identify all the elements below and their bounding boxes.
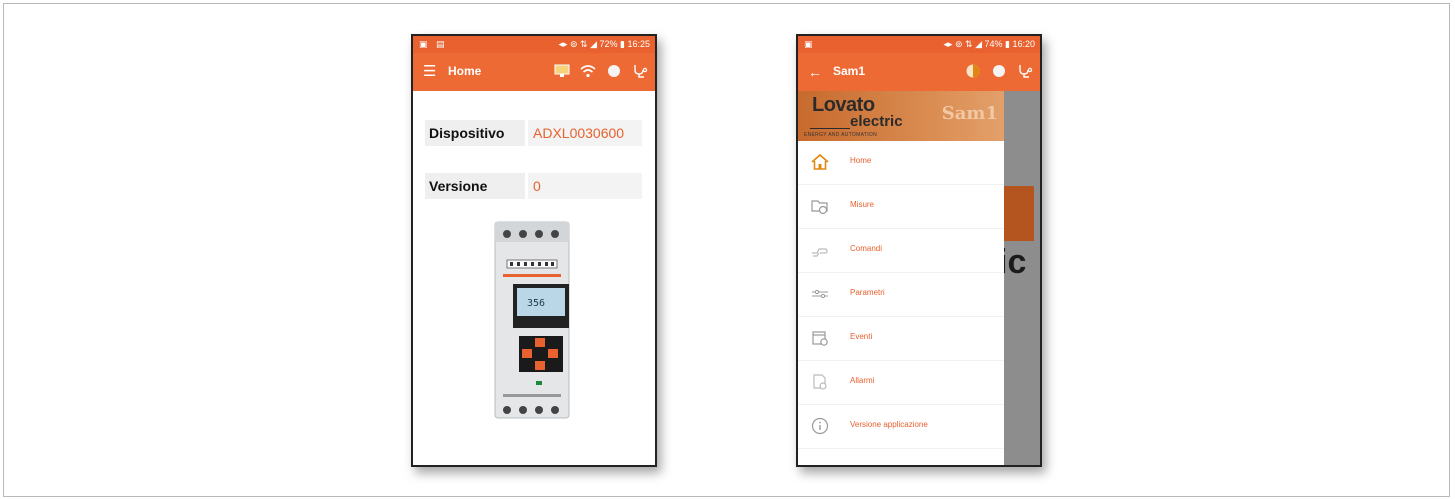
menu-item-label: Eventi (850, 332, 873, 341)
parameters-icon (812, 289, 828, 299)
alarm-icon (813, 374, 827, 390)
menu-item-label: Comandi (850, 244, 883, 253)
menu-item-eventi[interactable]: Eventi (798, 317, 1004, 361)
menu-item-label: Parametri (850, 288, 885, 297)
app-toolbar: ← Sam1 (798, 53, 1040, 91)
menu-item-label: Versione applicazione (850, 420, 928, 429)
brand-subname: electric (850, 113, 903, 130)
status-info: ◂▸ ⊚ ⇅ ◢ 74% ▮ 16:20 (943, 39, 1035, 49)
toolbar-title: Sam1 (833, 64, 866, 78)
status-dot-icon[interactable] (605, 62, 623, 80)
brand-tagline: ENERGY AND AUTOMATION (804, 132, 877, 138)
half-circle-icon[interactable] (964, 62, 982, 80)
status-bar: ▣ ▤ ◂▸ ⊚ ⇅ ◢ 72% ▮ 16:25 (413, 36, 655, 53)
notification-icons: ▣ (804, 39, 816, 49)
figure-frame (3, 3, 1450, 497)
measure-folder-icon (811, 200, 828, 215)
status-dot-icon[interactable] (990, 62, 1008, 80)
command-hand-icon (812, 248, 828, 257)
toolbar-title: Home (448, 64, 482, 78)
menu-item-misure[interactable]: Misure (798, 185, 1004, 229)
field-value: 0 (528, 173, 642, 199)
field-value: ADXL0030600 (528, 120, 642, 146)
notification-icons: ▣ ▤ (419, 39, 448, 49)
svg-text:356: 356 (527, 298, 545, 309)
menu-item-comandi[interactable]: Comandi (798, 229, 1004, 273)
menu-item-allarmi[interactable]: Allarmi (798, 361, 1004, 405)
stethoscope-icon[interactable] (1016, 62, 1034, 80)
navigation-drawer: Lovato electric ENERGY AND AUTOMATION Sa… (798, 91, 1004, 465)
info-icon (811, 417, 829, 435)
app-logo: Sam1 (941, 103, 998, 124)
menu-item-label: Allarmi (850, 376, 875, 385)
background-logo-fragment (1004, 186, 1034, 241)
back-arrow-icon[interactable]: ← (808, 62, 822, 82)
device-monitor-icon[interactable] (553, 62, 571, 80)
soft-starter-device-image: 356 (494, 221, 570, 419)
brand-underline (810, 128, 850, 129)
stethoscope-icon[interactable] (631, 62, 649, 80)
menu-item-home[interactable]: Home (798, 141, 1004, 185)
drawer-menu: Home Misure Comandi Parametri Eventi All… (798, 141, 1004, 449)
status-info: ◂▸ ⊚ ⇅ ◢ 72% ▮ 16:25 (558, 39, 650, 49)
hamburger-icon[interactable]: ☰ (423, 62, 436, 82)
status-bar: ▣ ◂▸ ⊚ ⇅ ◢ 74% ▮ 16:20 (798, 36, 1040, 53)
app-toolbar: ☰ Home (413, 53, 655, 91)
menu-item-label: Home (850, 156, 872, 165)
menu-item-parametri[interactable]: Parametri (798, 273, 1004, 317)
phone-home-screen: ▣ ▤ ◂▸ ⊚ ⇅ ◢ 72% ▮ 16:25 ☰ Home Disposit… (411, 34, 657, 467)
field-label: Versione (425, 173, 525, 199)
wifi-icon[interactable] (579, 62, 597, 80)
home-icon (811, 153, 829, 170)
phone-drawer-screen: ▣ ◂▸ ⊚ ⇅ ◢ 74% ▮ 16:20 ← Sam1 ic Lovato … (796, 34, 1042, 467)
menu-item-label: Misure (850, 200, 875, 209)
menu-item-versione-applicazione[interactable]: Versione applicazione (798, 405, 1004, 449)
events-icon (812, 331, 828, 346)
drawer-header: Lovato electric ENERGY AND AUTOMATION Sa… (798, 91, 1004, 141)
field-label: Dispositivo (425, 120, 525, 146)
